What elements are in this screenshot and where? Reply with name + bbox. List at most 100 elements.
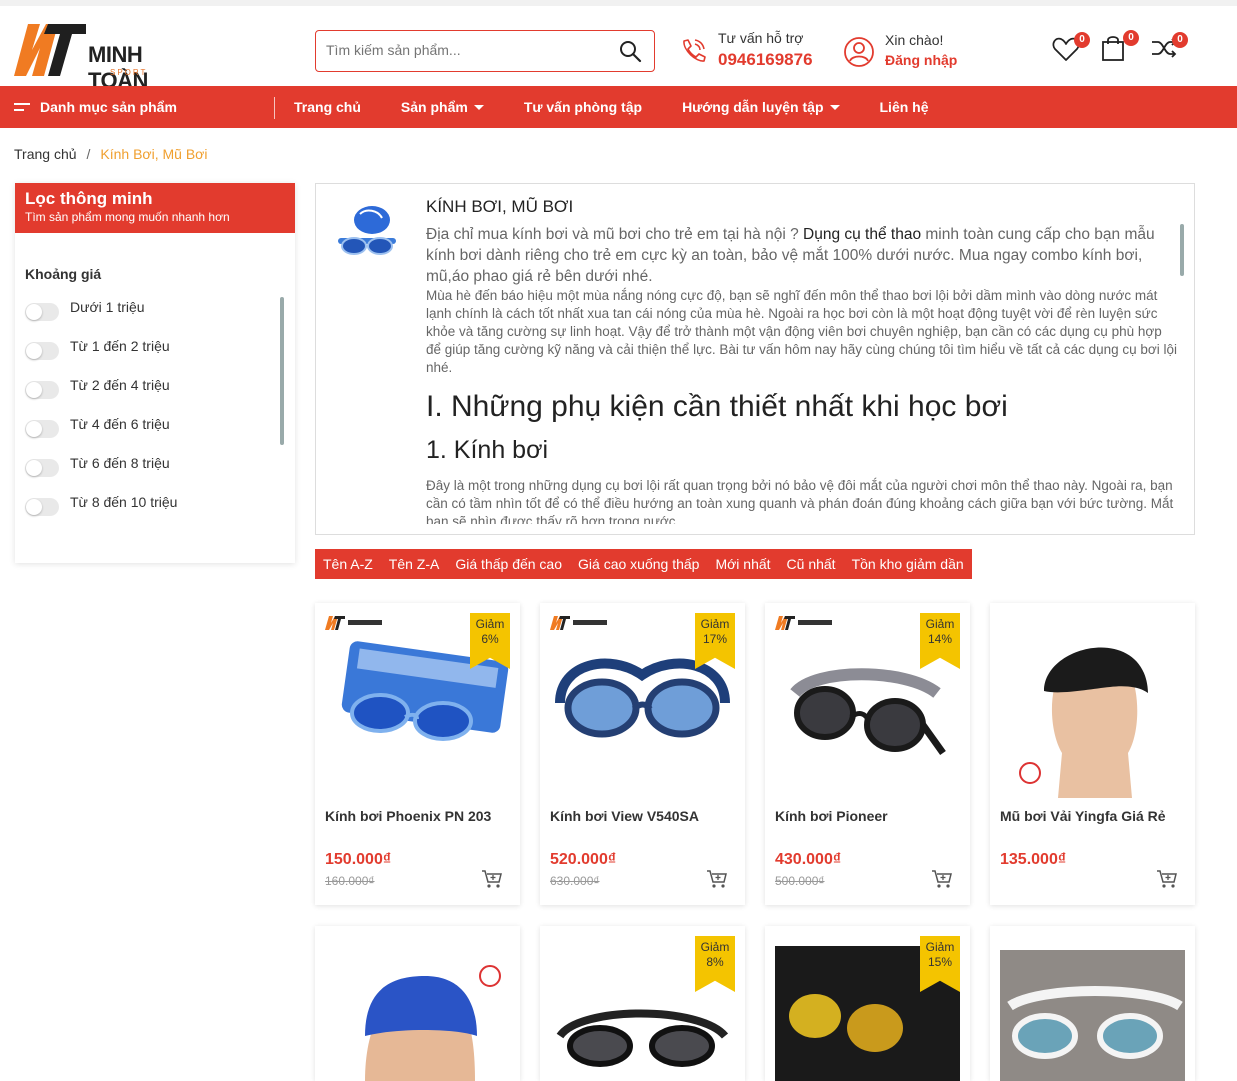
nav-item-home[interactable]: Trang chủ	[294, 99, 361, 115]
filter-toggle[interactable]	[25, 498, 59, 516]
description-paragraph: Đây là một trong những dụng cụ bơi lội r…	[426, 478, 1174, 524]
breadcrumb-current: Kính Bơi, Mũ Bơi	[100, 146, 208, 162]
nav-item-gym-consulting[interactable]: Tư vấn phòng tập	[524, 99, 642, 115]
nav-item-label: Hướng dẫn luyện tập	[682, 99, 824, 115]
discount-label: Giảm	[925, 940, 955, 954]
site-logo[interactable]: MINH TOÀN SPORT	[14, 20, 186, 93]
filter-title: Lọc thông minh	[25, 189, 153, 208]
add-to-cart-icon[interactable]	[931, 869, 953, 889]
sort-stock-desc[interactable]: Tồn kho giảm dần	[852, 556, 964, 572]
filter-toggle[interactable]	[25, 420, 59, 438]
filter-scrollbar[interactable]	[280, 297, 284, 445]
discount-percent: 17%	[702, 632, 728, 646]
menu-icon	[14, 101, 30, 113]
filter-toggle[interactable]	[25, 342, 59, 360]
price-option[interactable]: Dưới 1 triệu	[25, 299, 177, 338]
price-option-label: Từ 1 đến 2 triệu	[70, 338, 170, 354]
hotline-phone[interactable]: 0946169876	[718, 50, 813, 70]
add-to-cart-icon[interactable]	[481, 869, 503, 889]
product-price: 430.000₫	[775, 851, 842, 868]
chevron-down-icon	[473, 104, 484, 110]
nav-item-contact[interactable]: Liên hệ	[880, 99, 929, 115]
compare-count-badge: 0	[1172, 32, 1188, 48]
wishlist-button[interactable]: 0	[1052, 32, 1090, 62]
site-header: MINH TOÀN SPORT Tư vấn hỗ trợ 0946169876…	[0, 0, 1237, 93]
product-price: 520.000₫	[550, 851, 617, 868]
category-menu-button[interactable]: Danh mục sản phẩm	[14, 86, 177, 128]
brand-logo	[550, 615, 610, 631]
price-range-options: Dưới 1 triệu Từ 1 đến 2 triệu Từ 2 đến 4…	[25, 299, 177, 533]
filter-toggle[interactable]	[25, 381, 59, 399]
category-thumbnail	[338, 206, 396, 255]
discount-percent: 15%	[927, 955, 953, 969]
logo-mark-icon	[325, 616, 382, 630]
add-to-cart-icon[interactable]	[1156, 869, 1178, 889]
discount-label: Giảm	[475, 617, 505, 631]
sort-oldest[interactable]: Cũ nhất	[787, 556, 836, 572]
search-input[interactable]	[316, 31, 596, 69]
product-card[interactable]: Giảm 17% Kính bơi View V540SA 520.000₫ 63…	[540, 603, 745, 905]
nav-items: Trang chủ Sản phẩm Tư vấn phòng tập Hướn…	[294, 86, 969, 128]
cart-button[interactable]: 0	[1101, 30, 1139, 61]
logo-mark-icon	[550, 616, 607, 630]
cart-count-badge: 0	[1123, 30, 1139, 46]
logo-subtext: SPORT	[110, 68, 148, 77]
product-card[interactable]: Mũ bơi Vải Yingfa Giá Rẻ 135.000₫	[990, 603, 1195, 905]
main-navigation: Danh mục sản phẩm Trang chủ Sản phẩm Tư …	[0, 86, 1237, 128]
nav-item-training-guide[interactable]: Hướng dẫn luyện tập	[682, 99, 840, 115]
nav-item-products[interactable]: Sản phẩm	[401, 99, 484, 115]
filter-toggle[interactable]	[25, 303, 59, 321]
sort-price-desc[interactable]: Giá cao xuống thấp	[578, 556, 699, 572]
sort-name-asc[interactable]: Tên A-Z	[323, 556, 373, 572]
filter-subtitle: Tìm sản phẩm mong muốn nhanh hơn	[25, 210, 230, 224]
discount-percent: 14%	[927, 632, 953, 646]
product-price: 135.000₫	[1000, 851, 1067, 868]
chevron-down-icon	[829, 104, 840, 110]
product-image[interactable]	[325, 936, 510, 1081]
price-option[interactable]: Từ 1 đến 2 triệu	[25, 338, 177, 377]
product-card[interactable]: Giảm 6% Kính bơi Phoenix PN 203 150.000₫ …	[315, 603, 520, 905]
sort-price-asc[interactable]: Giá thấp đến cao	[455, 556, 562, 572]
product-image[interactable]	[1000, 936, 1185, 1081]
filter-header: Lọc thông minh Tìm sản phẩm mong muốn nh…	[15, 183, 295, 233]
nav-item-label: Trang chủ	[294, 99, 361, 115]
smart-filter-panel: Lọc thông minh Tìm sản phẩm mong muốn nh…	[15, 183, 295, 563]
product-card[interactable]: Giảm 14% Kính bơi Pioneer 430.000₫ 500.00…	[765, 603, 970, 905]
price-option[interactable]: Từ 2 đến 4 triệu	[25, 377, 177, 416]
login-link[interactable]: Đăng nhập	[885, 52, 957, 68]
sort-name-desc[interactable]: Tên Z-A	[389, 556, 440, 572]
product-name[interactable]: Kính bơi Pioneer	[775, 808, 888, 824]
price-option[interactable]: Từ 6 đến 8 triệu	[25, 455, 177, 494]
price-range-heading: Khoảng giá	[25, 266, 102, 282]
product-image[interactable]	[1000, 613, 1185, 798]
sports-equipment-link[interactable]: Dụng cụ thể thao	[803, 226, 921, 243]
product-card[interactable]: Giảm 15%	[765, 926, 970, 1081]
product-name[interactable]: Kính bơi Phoenix PN 203	[325, 808, 491, 824]
hotline-label: Tư vấn hỗ trợ	[718, 30, 804, 46]
nav-divider	[274, 97, 275, 119]
discount-percent: 6%	[481, 632, 499, 646]
filter-toggle[interactable]	[25, 459, 59, 477]
category-description: KÍNH BƠI, MŨ BƠI Địa chỉ mua kính bơi và…	[315, 183, 1195, 535]
description-intro: Địa chỉ mua kính bơi và mũ bơi cho trẻ e…	[426, 224, 1180, 287]
product-card[interactable]	[315, 926, 520, 1081]
breadcrumb: Trang chủ / Kính Bơi, Mũ Bơi	[14, 146, 207, 162]
product-name[interactable]: Kính bơi View V540SA	[550, 808, 699, 824]
user-icon	[844, 37, 874, 67]
description-scrollbar[interactable]	[1180, 224, 1184, 276]
price-option[interactable]: Từ 8 đến 10 triệu	[25, 494, 177, 533]
compare-button[interactable]: 0	[1150, 32, 1188, 62]
description-content: Địa chỉ mua kính bơi và mũ bơi cho trẻ e…	[426, 224, 1180, 524]
logo-mark-icon	[775, 616, 832, 630]
price-option-label: Từ 8 đến 10 triệu	[70, 494, 178, 510]
product-old-price: 160.000₫	[325, 874, 375, 888]
price-option[interactable]: Từ 4 đến 6 triệu	[25, 416, 177, 455]
search-icon[interactable]	[618, 39, 642, 63]
product-card[interactable]: Giảm 8%	[540, 926, 745, 1081]
sort-newest[interactable]: Mới nhất	[715, 556, 770, 572]
product-card[interactable]	[990, 926, 1195, 1081]
product-name[interactable]: Mũ bơi Vải Yingfa Giá Rẻ	[1000, 808, 1166, 824]
price-option-label: Dưới 1 triệu	[70, 299, 145, 315]
add-to-cart-icon[interactable]	[706, 869, 728, 889]
breadcrumb-home[interactable]: Trang chủ	[14, 146, 77, 162]
